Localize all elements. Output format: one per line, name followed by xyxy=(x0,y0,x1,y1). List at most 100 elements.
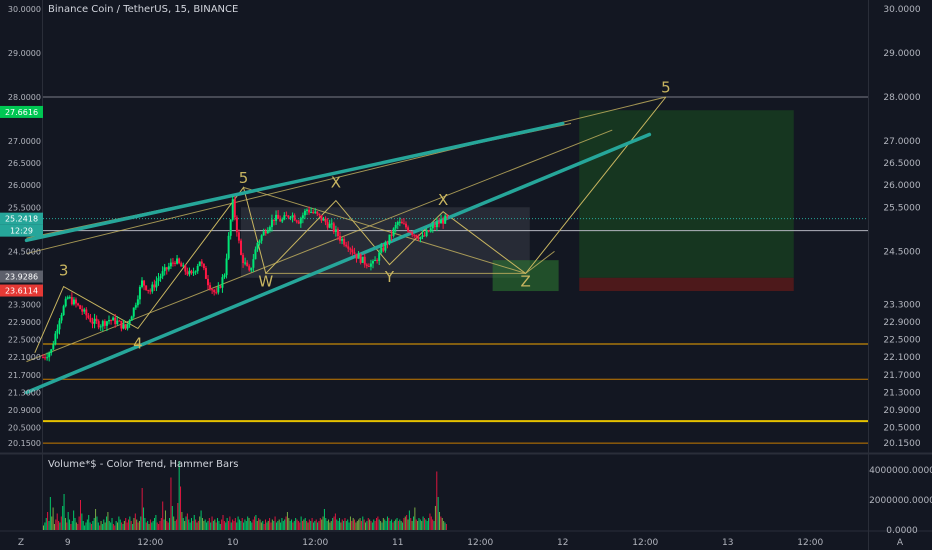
volume-bar xyxy=(355,522,357,530)
candle-body xyxy=(260,235,263,241)
volume-bar xyxy=(84,525,86,530)
volume-bar xyxy=(384,519,386,530)
volume-bar xyxy=(70,524,72,530)
candle-body xyxy=(324,218,327,223)
candle-body xyxy=(227,235,230,259)
candle-body xyxy=(93,318,96,324)
volume-bar xyxy=(369,519,371,530)
candle-body xyxy=(411,232,414,235)
volume-bar xyxy=(297,521,299,530)
volume-bar xyxy=(170,477,172,530)
candle-body xyxy=(221,277,224,288)
wave-label-1: 4 xyxy=(133,334,143,352)
candle-body xyxy=(361,256,364,263)
volume-bar xyxy=(219,524,221,530)
volume-bar xyxy=(197,521,199,530)
candle-body xyxy=(396,222,399,225)
volume-bar xyxy=(299,522,301,530)
volume-bar xyxy=(201,518,203,530)
volume-bar xyxy=(311,518,313,530)
volume-bar xyxy=(259,519,261,530)
volume-bar xyxy=(48,521,50,530)
volume-bar xyxy=(119,519,121,530)
volume-bar xyxy=(60,516,62,530)
volume-bar xyxy=(162,501,164,530)
volume-bar xyxy=(282,521,284,530)
candle-body xyxy=(122,324,125,329)
volume-bar xyxy=(96,516,98,530)
candle-body xyxy=(240,240,242,255)
volume-bar xyxy=(82,521,84,530)
volume-bar xyxy=(326,521,328,530)
candle-body xyxy=(378,252,381,261)
candle-body xyxy=(112,317,115,321)
volume-bar xyxy=(118,516,120,530)
candle-body xyxy=(192,272,195,274)
y-tick-label-1: 29.0000 xyxy=(883,49,920,59)
volume-bar xyxy=(389,521,391,530)
candle-body xyxy=(425,230,428,236)
volume-bar xyxy=(211,516,213,530)
candle-body xyxy=(316,211,319,214)
volume-bar xyxy=(373,519,375,530)
volume-bar xyxy=(414,507,416,530)
volume-bar xyxy=(344,518,346,530)
volume-bar xyxy=(141,488,143,530)
candle-body xyxy=(380,247,383,253)
volume-bar xyxy=(190,518,192,530)
volume-bar xyxy=(254,516,256,530)
candle-body xyxy=(130,316,133,321)
candle-body xyxy=(299,218,302,224)
volume-bar xyxy=(444,522,446,530)
candle-body xyxy=(79,305,82,310)
volume-bar xyxy=(241,518,243,530)
volume-bar xyxy=(417,521,419,530)
volume-bar xyxy=(243,522,245,530)
volume-bar xyxy=(422,516,424,530)
price-tag-1: 25.2418 xyxy=(5,215,38,224)
volume-bar xyxy=(93,518,95,530)
candle-body xyxy=(213,290,216,293)
volume-bar xyxy=(321,519,323,530)
volume-bar xyxy=(184,521,186,530)
candle-body xyxy=(250,267,253,271)
candle-body xyxy=(89,317,92,322)
price-tag-4: 23.6114 xyxy=(5,287,38,296)
volume-bar xyxy=(51,516,53,530)
volume-bar xyxy=(163,519,165,530)
volume-bar xyxy=(71,521,73,530)
candle-body xyxy=(48,352,51,358)
y-tick-left-16: 20.1500 xyxy=(8,439,41,448)
stop-zone xyxy=(579,277,794,292)
candle-body xyxy=(42,357,44,359)
volume-bar xyxy=(45,518,47,530)
candle-body xyxy=(225,258,228,276)
volume-bar xyxy=(319,518,321,530)
x-tick-label-3: 12:00 xyxy=(302,538,328,548)
candle-body xyxy=(114,317,117,325)
volume-bar xyxy=(286,512,288,530)
x-tick-label-1: 12:00 xyxy=(137,538,163,548)
volume-bar xyxy=(351,521,353,530)
volume-bar xyxy=(252,519,254,530)
volume-tick-1: 2000000.0000 xyxy=(869,496,932,506)
volume-bar xyxy=(307,522,309,530)
candle-body xyxy=(376,259,379,261)
candle-body xyxy=(68,297,71,299)
volume-bar xyxy=(178,461,180,530)
volume-bar xyxy=(273,521,275,530)
volume-bar xyxy=(164,510,166,530)
volume-bar xyxy=(138,521,140,530)
x-tick-label-0: 9 xyxy=(65,538,71,548)
volume-bar xyxy=(419,519,421,530)
y-tick-left-7: 24.5000 xyxy=(8,247,41,256)
volume-bar xyxy=(217,518,219,530)
candle-body xyxy=(372,261,374,264)
volume-title: Volume*$ - Color Trend, Hammer Bars xyxy=(48,459,239,470)
candle-body xyxy=(419,236,422,240)
wave-label-8: 5 xyxy=(661,79,671,97)
candle-body xyxy=(223,275,226,278)
candle-body xyxy=(44,357,47,359)
wave-label-7: Z xyxy=(520,273,530,291)
volume-bar xyxy=(337,521,339,530)
